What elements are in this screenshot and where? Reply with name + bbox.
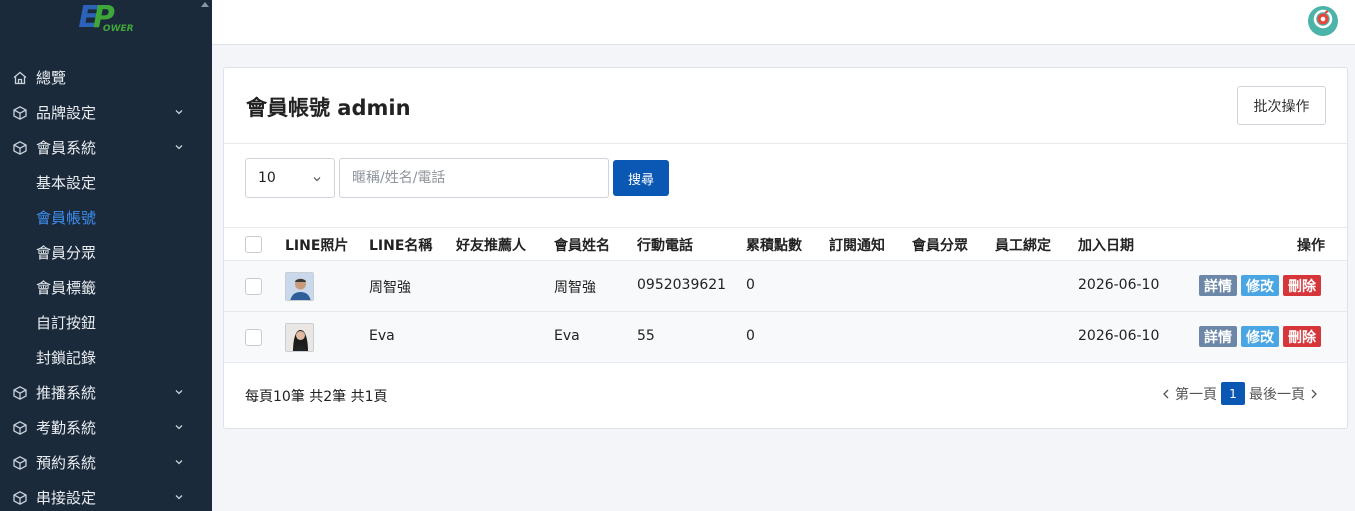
column-header: 行動電話 <box>637 238 693 254</box>
column-header: 好友推薦人 <box>456 238 526 254</box>
join-date: 2026-06-10 <box>1078 277 1160 293</box>
sidebar-item-brand-settings[interactable]: 品牌設定 <box>0 95 212 130</box>
user-avatar-icon <box>1313 9 1333 33</box>
search-button[interactable]: 搜尋 <box>613 160 669 196</box>
row-checkbox[interactable] <box>245 329 262 346</box>
chevron-down-icon <box>312 174 322 184</box>
sidebar-subitem-block-records[interactable]: 封鎖記錄 <box>0 340 212 375</box>
sidebar: E P OWER 總覽 品牌設定 會員系統 基本設定 會員帳號 會員分眾 會員標… <box>0 0 212 511</box>
topbar <box>212 0 1355 45</box>
mobile-phone: 55 <box>637 328 655 344</box>
cube-icon <box>12 140 28 156</box>
page-title: 會員帳號 admin <box>246 96 411 120</box>
chevron-down-icon <box>174 107 184 117</box>
row-actions: 詳情 修改 刪除 <box>1199 326 1321 347</box>
cube-icon <box>12 105 28 121</box>
column-header: 操作 <box>1297 238 1325 254</box>
male-avatar-icon <box>286 273 313 300</box>
scroll-up-arrow-icon[interactable] <box>201 2 209 7</box>
points: 0 <box>746 328 755 344</box>
last-page-link[interactable]: 最後一頁 <box>1249 384 1305 404</box>
sidebar-item-label: 會員系統 <box>36 139 97 157</box>
cube-icon <box>12 490 28 506</box>
chevron-right-icon[interactable] <box>1309 388 1319 400</box>
table-header-row: LINE照片 LINE名稱 好友推薦人 會員姓名 行動電話 累積點數 訂閱通知 … <box>224 227 1347 261</box>
line-photo <box>285 323 314 352</box>
column-header: 會員分眾 <box>912 238 968 254</box>
mobile-phone: 0952039621 <box>637 277 727 293</box>
line-photo <box>285 272 314 301</box>
page-size-value: 10 <box>258 170 276 186</box>
column-header: 加入日期 <box>1078 238 1134 254</box>
member-name: Eva <box>554 328 580 344</box>
chevron-down-icon <box>174 142 184 152</box>
join-date: 2026-06-10 <box>1078 328 1160 344</box>
sidebar-subitem-member-segments[interactable]: 會員分眾 <box>0 235 212 270</box>
cube-icon <box>12 385 28 401</box>
members-table: LINE照片 LINE名稱 好友推薦人 會員姓名 行動電話 累積點數 訂閱通知 … <box>224 227 1347 363</box>
card-header: 會員帳號 admin 批次操作 <box>224 68 1347 144</box>
pagination: 第一頁 1 最後一頁 <box>1157 382 1323 405</box>
brand-logo[interactable]: E P OWER <box>0 0 212 44</box>
first-page-link[interactable]: 第一頁 <box>1175 384 1217 404</box>
sidebar-item-integration-settings[interactable]: 串接設定 <box>0 480 212 511</box>
column-header: 會員姓名 <box>554 238 610 254</box>
search-input[interactable] <box>339 158 609 198</box>
user-avatar[interactable] <box>1308 6 1338 36</box>
sidebar-item-overview[interactable]: 總覽 <box>0 60 212 95</box>
column-header: LINE照片 <box>285 238 349 254</box>
column-header: LINE名稱 <box>369 238 433 254</box>
delete-button[interactable]: 刪除 <box>1283 275 1321 296</box>
sidebar-subitem-member-tags[interactable]: 會員標籤 <box>0 270 212 305</box>
row-checkbox[interactable] <box>245 278 262 295</box>
member-name: 周智強 <box>554 280 596 296</box>
female-avatar-icon <box>286 324 313 351</box>
pagination-summary: 每頁10筆 共2筆 共1頁 <box>245 389 388 405</box>
column-header: 訂閱通知 <box>829 238 885 254</box>
table-row: 周智強 周智強 0952039621 0 2026-06-10 詳情 修改 刪除 <box>224 261 1347 312</box>
sidebar-item-label: 考勤系統 <box>36 419 97 437</box>
detail-button[interactable]: 詳情 <box>1199 275 1237 296</box>
edit-button[interactable]: 修改 <box>1241 275 1279 296</box>
chevron-down-icon <box>174 492 184 502</box>
detail-button[interactable]: 詳情 <box>1199 326 1237 347</box>
column-header: 累積點數 <box>746 238 802 254</box>
sidebar-subitem-basic-settings[interactable]: 基本設定 <box>0 165 212 200</box>
chevron-down-icon <box>174 457 184 467</box>
sidebar-subitem-member-accounts[interactable]: 會員帳號 <box>0 200 212 235</box>
sidebar-item-attendance-system[interactable]: 考勤系統 <box>0 410 212 445</box>
sidebar-item-label: 推播系統 <box>36 384 97 402</box>
sidebar-item-label: 品牌設定 <box>36 104 97 122</box>
member-accounts-card: 會員帳號 admin 批次操作 10 搜尋 LINE照片 LINE名稱 好友推薦… <box>223 67 1348 429</box>
sidebar-item-label: 預約系統 <box>36 454 97 472</box>
delete-button[interactable]: 刪除 <box>1283 326 1321 347</box>
home-icon <box>12 70 28 86</box>
column-header: 員工綁定 <box>995 238 1051 254</box>
chevron-down-icon <box>174 422 184 432</box>
line-name: Eva <box>369 328 395 344</box>
logo-subtext: OWER <box>102 24 134 34</box>
select-all-checkbox[interactable] <box>245 236 262 253</box>
sidebar-nav: 總覽 品牌設定 會員系統 基本設定 會員帳號 會員分眾 會員標籤 自訂按鈕 封鎖… <box>0 60 212 511</box>
sidebar-item-push-system[interactable]: 推播系統 <box>0 375 212 410</box>
page-size-select[interactable]: 10 <box>245 158 335 198</box>
sidebar-subitem-custom-buttons[interactable]: 自訂按鈕 <box>0 305 212 340</box>
sidebar-item-member-system[interactable]: 會員系統 <box>0 130 212 165</box>
points: 0 <box>746 277 755 293</box>
row-actions: 詳情 修改 刪除 <box>1199 275 1321 296</box>
chevron-down-icon <box>174 387 184 397</box>
sidebar-item-booking-system[interactable]: 預約系統 <box>0 445 212 480</box>
sidebar-item-label: 串接設定 <box>36 489 97 507</box>
table-row: Eva Eva 55 0 2026-06-10 詳情 修改 刪除 <box>224 312 1347 363</box>
edit-button[interactable]: 修改 <box>1241 326 1279 347</box>
filter-bar: 10 搜尋 <box>245 158 669 198</box>
page-number-current[interactable]: 1 <box>1221 382 1245 405</box>
line-name: 周智強 <box>369 280 411 296</box>
cube-icon <box>12 455 28 471</box>
sidebar-item-label: 總覽 <box>36 69 67 87</box>
batch-operation-button[interactable]: 批次操作 <box>1237 86 1326 125</box>
chevron-left-icon[interactable] <box>1161 388 1171 400</box>
cube-icon <box>12 420 28 436</box>
